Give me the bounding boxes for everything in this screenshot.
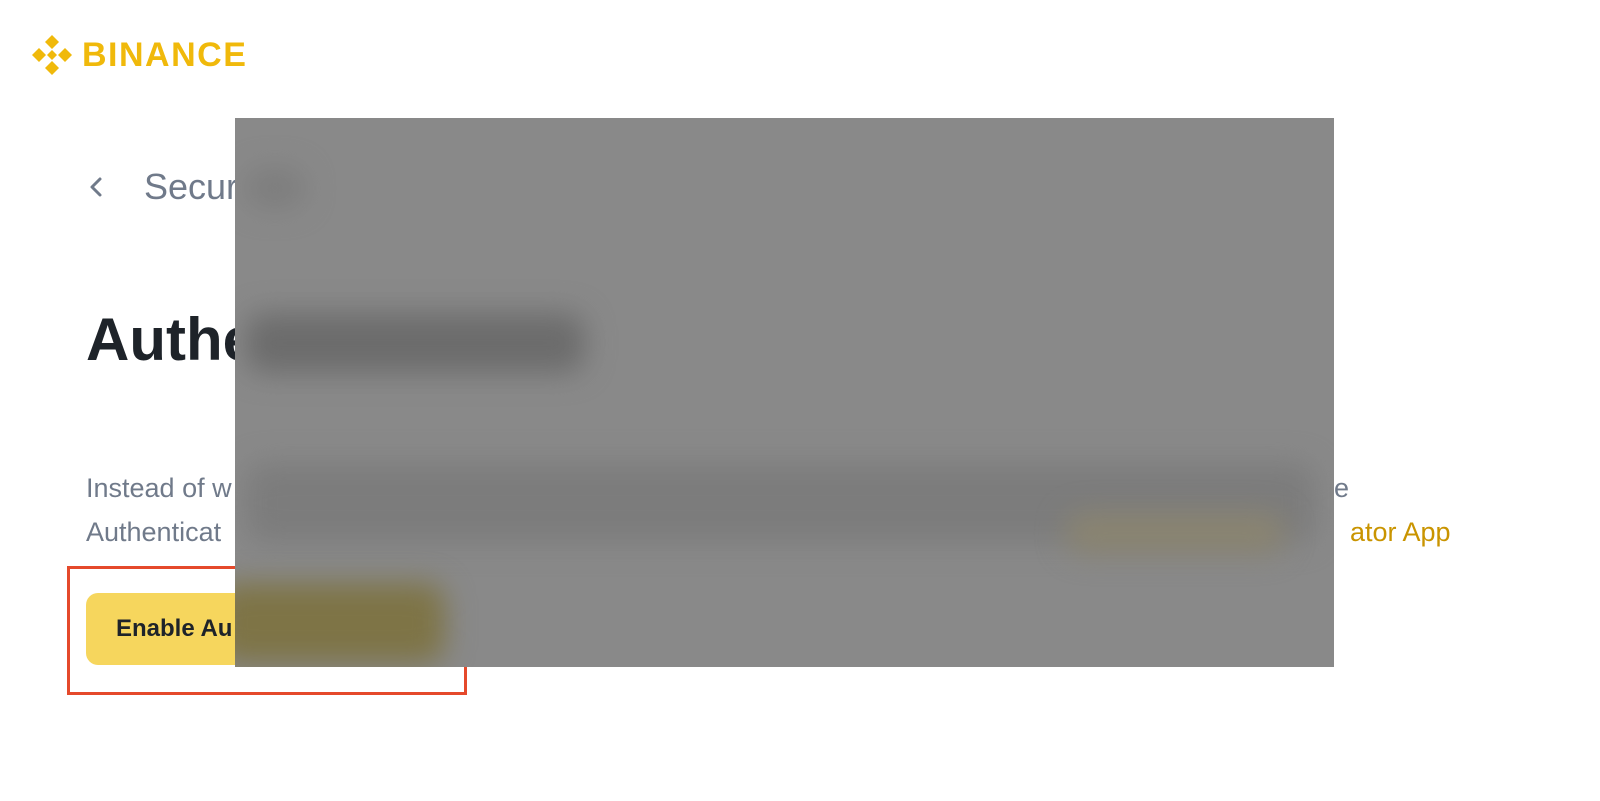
description-line-1-end: e [1334,473,1350,503]
authenticator-app-link[interactable]: ator App [1350,510,1451,554]
blurred-link [1065,513,1285,553]
description-line-2-start: Authenticat [86,517,222,547]
chevron-left-icon[interactable] [86,172,106,202]
breadcrumb: Secur [86,165,238,209]
binance-diamond-icon [30,33,74,77]
binance-logo[interactable]: BINANCE [30,33,247,77]
description-line-1-start: Instead of w [86,473,232,503]
page-title: Authe [86,306,256,373]
brand-name: BINANCE [82,36,248,74]
blurred-button [235,583,445,663]
blurred-breadcrumb [245,168,305,208]
blurred-title [245,313,585,373]
back-link-label[interactable]: Secur [144,165,238,209]
security-authenticator-page: BINANCE Secur Authe Instead of w e Authe… [0,0,1600,801]
redaction-overlay [235,118,1334,667]
